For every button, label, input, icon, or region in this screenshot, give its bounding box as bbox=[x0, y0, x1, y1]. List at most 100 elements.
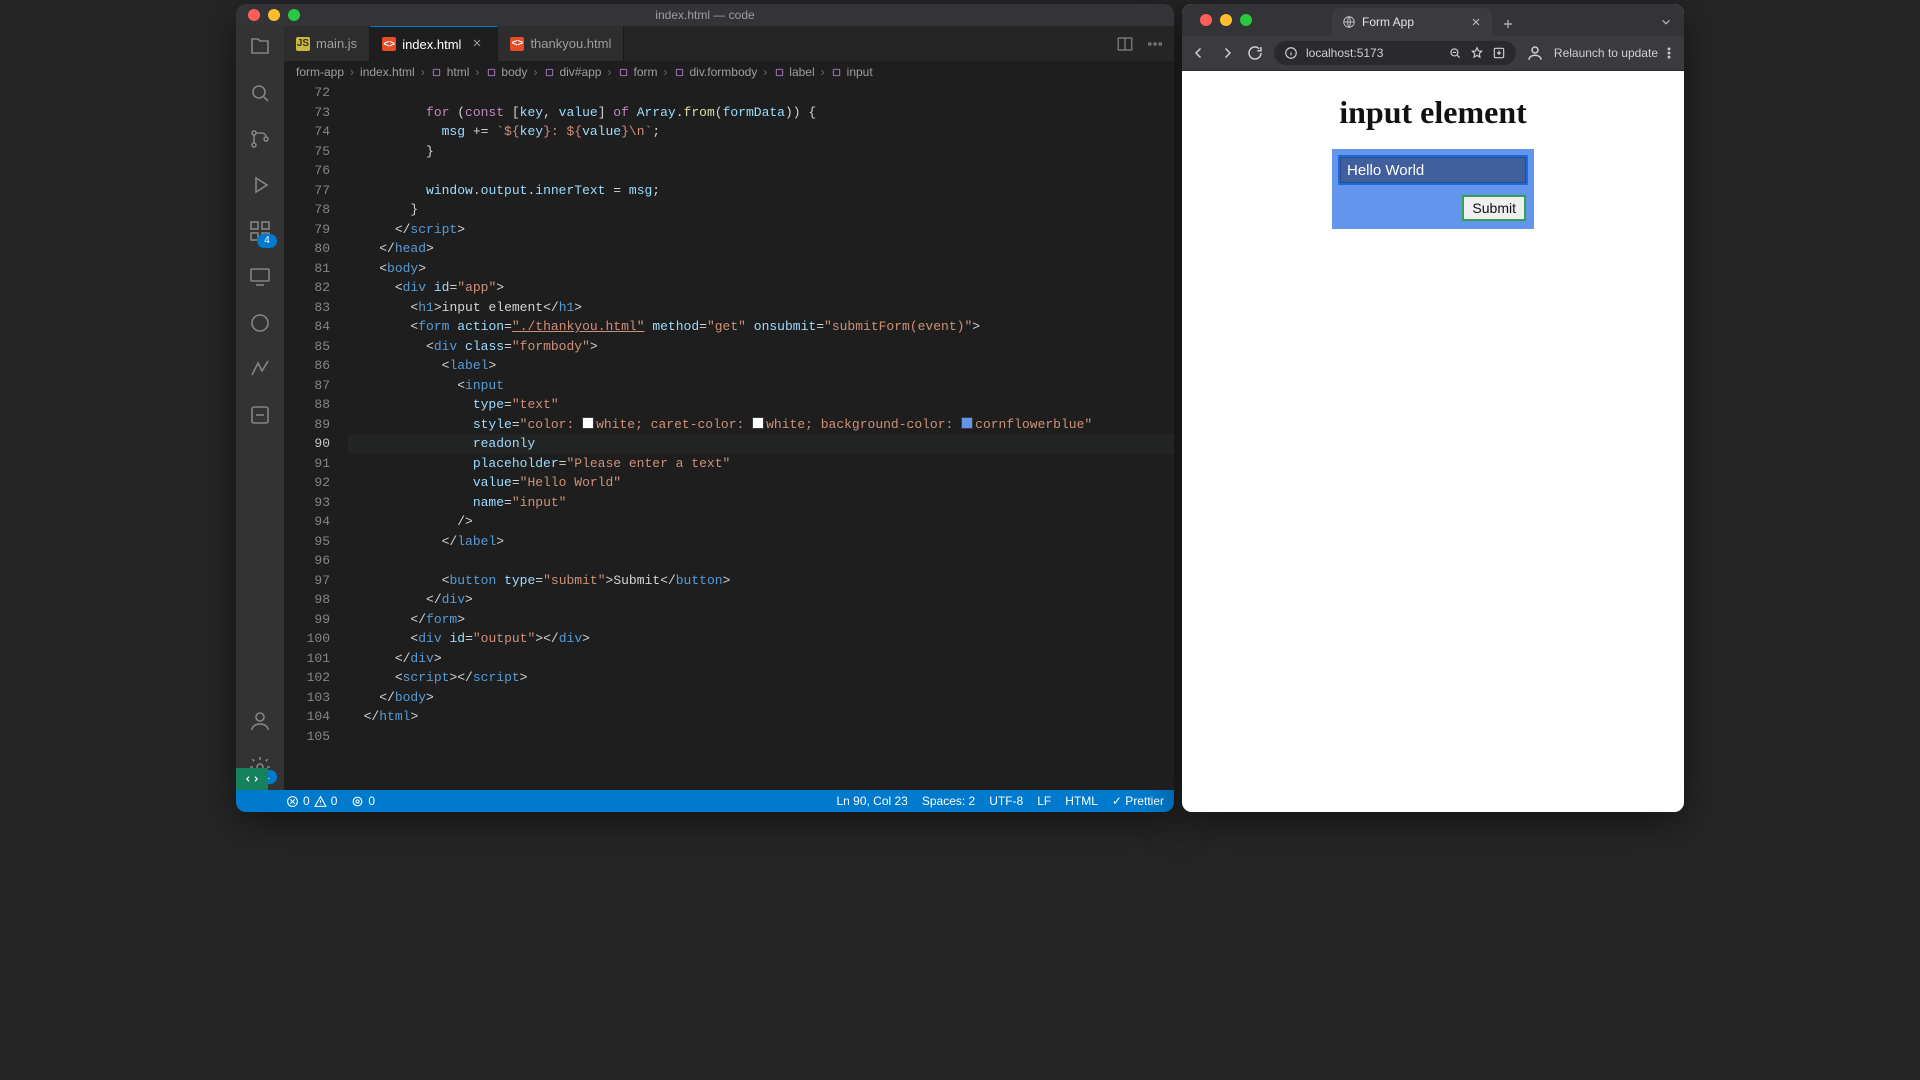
breadcrumb-item[interactable]: form-app bbox=[296, 65, 344, 79]
code-line[interactable]: } bbox=[348, 142, 1174, 162]
code-line[interactable]: <button type="submit">Submit</button> bbox=[348, 571, 1174, 591]
zoom-window-button[interactable] bbox=[288, 9, 300, 21]
status-eol[interactable]: LF bbox=[1037, 794, 1051, 808]
code-line[interactable]: </script> bbox=[348, 220, 1174, 240]
run-debug-icon[interactable] bbox=[247, 172, 273, 198]
status-ports[interactable]: 0 bbox=[351, 794, 375, 808]
code-line[interactable]: value="Hello World" bbox=[348, 473, 1174, 493]
demo-text-input[interactable] bbox=[1340, 157, 1526, 183]
forward-button[interactable] bbox=[1218, 44, 1236, 62]
code-line[interactable]: <div class="formbody"> bbox=[348, 337, 1174, 357]
kebab-menu-icon[interactable] bbox=[1662, 46, 1676, 60]
breadcrumb-item[interactable]: div.formbody bbox=[673, 65, 757, 79]
code-line[interactable]: <form action="./thankyou.html" method="g… bbox=[348, 317, 1174, 337]
breadcrumb-item[interactable]: input bbox=[831, 65, 873, 79]
chevron-down-icon[interactable] bbox=[1648, 8, 1684, 36]
status-formatter[interactable]: ✓ Prettier bbox=[1112, 794, 1164, 808]
close-window-button[interactable] bbox=[1200, 14, 1212, 26]
minimize-window-button[interactable] bbox=[1220, 14, 1232, 26]
status-problems[interactable]: 0 0 bbox=[286, 794, 337, 808]
editor-tab-actions bbox=[1116, 26, 1174, 61]
breadcrumb-item[interactable]: html bbox=[431, 65, 470, 79]
install-app-icon[interactable] bbox=[1492, 46, 1506, 60]
code-line[interactable]: </form> bbox=[348, 610, 1174, 630]
breadcrumb-item[interactable]: form bbox=[617, 65, 657, 79]
breadcrumb-item[interactable]: index.html bbox=[360, 65, 415, 79]
code-content[interactable]: 72 73 for (const [key, value] of Array.f… bbox=[284, 83, 1174, 746]
code-line[interactable]: </html> bbox=[348, 707, 1174, 727]
ext-c-icon[interactable] bbox=[247, 402, 273, 428]
relaunch-banner[interactable]: Relaunch to update bbox=[1554, 46, 1676, 60]
line-number: 100 bbox=[284, 629, 348, 649]
symbol-icon bbox=[831, 66, 843, 78]
code-line[interactable]: msg += `${key}: ${value}\n`; bbox=[348, 122, 1174, 142]
code-line[interactable] bbox=[348, 83, 1174, 103]
code-line[interactable]: </head> bbox=[348, 239, 1174, 259]
code-line[interactable]: readonly bbox=[348, 434, 1174, 454]
editor-tab[interactable]: JSmain.js bbox=[284, 26, 370, 61]
code-line[interactable]: window.output.innerText = msg; bbox=[348, 181, 1174, 201]
explorer-icon[interactable] bbox=[247, 34, 273, 60]
site-info-icon[interactable] bbox=[1284, 46, 1298, 60]
submit-button[interactable]: Submit bbox=[1462, 195, 1526, 221]
code-line[interactable]: <label> bbox=[348, 356, 1174, 376]
search-icon[interactable] bbox=[247, 80, 273, 106]
code-line[interactable]: /> bbox=[348, 512, 1174, 532]
editor-scroll[interactable]: 72 73 for (const [key, value] of Array.f… bbox=[284, 83, 1174, 790]
code-line[interactable] bbox=[348, 727, 1174, 747]
ext-b-icon[interactable] bbox=[247, 356, 273, 382]
code-line[interactable]: } bbox=[348, 200, 1174, 220]
status-cursor-position[interactable]: Ln 90, Col 23 bbox=[836, 794, 907, 808]
code-line[interactable]: </div> bbox=[348, 590, 1174, 610]
source-control-icon[interactable] bbox=[247, 126, 273, 152]
code-line[interactable]: </label> bbox=[348, 532, 1174, 552]
code-line[interactable] bbox=[348, 551, 1174, 571]
address-bar[interactable]: localhost:5173 bbox=[1274, 41, 1516, 65]
code-line[interactable]: placeholder="Please enter a text" bbox=[348, 454, 1174, 474]
code-line[interactable]: type="text" bbox=[348, 395, 1174, 415]
breadcrumb-label: form-app bbox=[296, 65, 344, 79]
code-line[interactable]: <body> bbox=[348, 259, 1174, 279]
code-line[interactable]: </body> bbox=[348, 688, 1174, 708]
close-window-button[interactable] bbox=[248, 9, 260, 21]
code-line[interactable]: style="color: white; caret-color: white;… bbox=[348, 415, 1174, 435]
breadcrumb-item[interactable]: body bbox=[485, 65, 527, 79]
code-line[interactable]: <h1>input element</h1> bbox=[348, 298, 1174, 318]
chrome-toolbar: localhost:5173 Relaunch to update bbox=[1182, 36, 1684, 71]
code-line[interactable]: for (const [key, value] of Array.from(fo… bbox=[348, 103, 1174, 123]
browser-tab[interactable]: Form App bbox=[1332, 8, 1492, 36]
status-encoding[interactable]: UTF-8 bbox=[989, 794, 1023, 808]
zoom-icon[interactable] bbox=[1448, 46, 1462, 60]
breadcrumb-item[interactable]: div#app bbox=[543, 65, 601, 79]
code-line[interactable] bbox=[348, 161, 1174, 181]
editor-tab[interactable]: <>thankyou.html bbox=[498, 26, 624, 61]
code-line[interactable]: name="input" bbox=[348, 493, 1174, 513]
code-line[interactable]: <div id="output"></div> bbox=[348, 629, 1174, 649]
extensions-icon[interactable]: 4 bbox=[247, 218, 273, 244]
code-line[interactable]: <script></script> bbox=[348, 668, 1174, 688]
status-indentation[interactable]: Spaces: 2 bbox=[922, 794, 975, 808]
split-editor-icon[interactable] bbox=[1116, 35, 1134, 53]
breadcrumbs-bar[interactable]: form-app›index.html›html›body›div#app›fo… bbox=[284, 61, 1174, 83]
close-tab-icon[interactable] bbox=[1470, 16, 1482, 28]
bookmark-star-icon[interactable] bbox=[1470, 46, 1484, 60]
ext-a-icon[interactable] bbox=[247, 310, 273, 336]
back-button[interactable] bbox=[1190, 44, 1208, 62]
close-tab-icon[interactable] bbox=[471, 37, 485, 51]
reload-button[interactable] bbox=[1246, 44, 1264, 62]
remote-indicator[interactable] bbox=[236, 768, 268, 790]
new-tab-button[interactable] bbox=[1496, 12, 1520, 36]
code-line[interactable]: <div id="app"> bbox=[348, 278, 1174, 298]
editor-tab[interactable]: <>index.html bbox=[370, 26, 498, 61]
profile-avatar[interactable] bbox=[1526, 44, 1544, 62]
accounts-icon[interactable] bbox=[247, 708, 273, 734]
code-line[interactable]: <input bbox=[348, 376, 1174, 396]
more-actions-icon[interactable] bbox=[1146, 35, 1164, 53]
editor-tab-label: index.html bbox=[402, 37, 461, 52]
zoom-window-button[interactable] bbox=[1240, 14, 1252, 26]
remote-explorer-icon[interactable] bbox=[247, 264, 273, 290]
minimize-window-button[interactable] bbox=[268, 9, 280, 21]
breadcrumb-item[interactable]: label bbox=[773, 65, 814, 79]
status-language-mode[interactable]: HTML bbox=[1065, 794, 1098, 808]
code-line[interactable]: </div> bbox=[348, 649, 1174, 669]
